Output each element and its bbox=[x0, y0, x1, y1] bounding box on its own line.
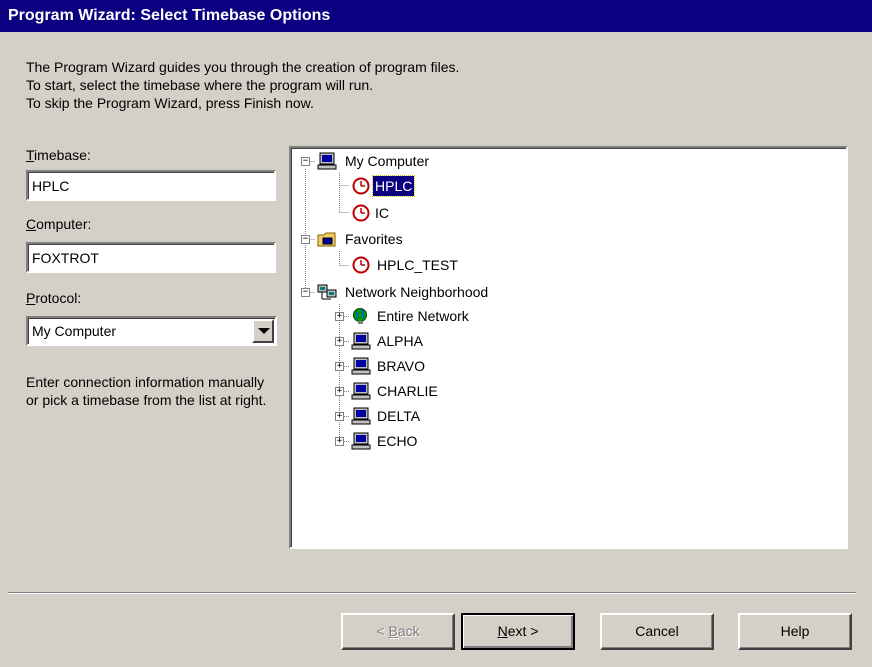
timebase-tree[interactable]: − − − + + + + + + My Computer HPLC IC Fa… bbox=[289, 146, 848, 549]
computer-icon bbox=[351, 432, 371, 450]
intro-line-2: To start, select the timebase where the … bbox=[26, 77, 374, 93]
next-button[interactable]: Next > bbox=[461, 613, 575, 650]
computer-label: Computer: bbox=[26, 216, 92, 232]
timebase-input[interactable]: HPLC bbox=[26, 170, 276, 201]
computer-icon bbox=[351, 357, 371, 375]
dropdown-arrow-icon[interactable] bbox=[252, 319, 274, 343]
tree-item-network-neighborhood[interactable]: Network Neighborhood bbox=[317, 282, 577, 302]
connection-help-text: Enter connection information manually or… bbox=[26, 374, 267, 408]
protocol-selected-value: My Computer bbox=[32, 323, 117, 339]
collapse-favorites-toggle[interactable]: − bbox=[301, 235, 310, 244]
computer-icon bbox=[317, 152, 337, 170]
expand-entire-network-toggle[interactable]: + bbox=[335, 312, 344, 321]
help-button[interactable]: Help bbox=[738, 613, 852, 650]
program-wizard-dialog: Program Wizard: Select Timebase Options … bbox=[0, 0, 872, 667]
protocol-dropdown[interactable]: My Computer bbox=[26, 316, 277, 346]
timebase-clock-icon bbox=[352, 256, 370, 274]
timebase-label: Timebase: bbox=[26, 147, 91, 163]
protocol-label: Protocol: bbox=[26, 290, 82, 306]
tree-item-ic[interactable]: IC bbox=[351, 203, 451, 223]
tree-item-favorites[interactable]: Favorites bbox=[317, 229, 517, 249]
expand-alpha-toggle[interactable]: + bbox=[335, 337, 344, 346]
tree-item-hplc-test[interactable]: HPLC_TEST bbox=[351, 255, 551, 275]
tree-item-bravo[interactable]: BRAVO bbox=[351, 356, 511, 376]
tree-item-hplc[interactable]: HPLC bbox=[351, 175, 451, 197]
tree-item-alpha[interactable]: ALPHA bbox=[351, 331, 511, 351]
tree-item-echo[interactable]: ECHO bbox=[351, 431, 511, 451]
intro-line-1: The Program Wizard guides you through th… bbox=[26, 59, 460, 75]
collapse-my-computer-toggle[interactable]: − bbox=[301, 157, 310, 166]
network-neighborhood-icon bbox=[317, 284, 337, 300]
intro-line-3: To skip the Program Wizard, press Finish… bbox=[26, 95, 314, 111]
tree-item-charlie[interactable]: CHARLIE bbox=[351, 381, 511, 401]
tree-item-entire-network[interactable]: Entire Network bbox=[351, 306, 551, 326]
timebase-clock-icon bbox=[352, 177, 370, 195]
tree-item-my-computer[interactable]: My Computer bbox=[317, 151, 517, 171]
favorites-folder-icon bbox=[317, 232, 336, 247]
computer-input[interactable]: FOXTROT bbox=[26, 242, 276, 273]
collapse-network-toggle[interactable]: − bbox=[301, 288, 310, 297]
computer-icon bbox=[351, 332, 371, 350]
button-separator bbox=[8, 592, 856, 594]
tree-item-delta[interactable]: DELTA bbox=[351, 406, 511, 426]
expand-echo-toggle[interactable]: + bbox=[335, 437, 344, 446]
globe-icon bbox=[353, 308, 367, 324]
back-button[interactable]: < Back bbox=[341, 613, 455, 650]
cancel-button[interactable]: Cancel bbox=[600, 613, 714, 650]
computer-icon bbox=[351, 407, 371, 425]
computer-icon bbox=[351, 382, 371, 400]
expand-delta-toggle[interactable]: + bbox=[335, 412, 344, 421]
expand-bravo-toggle[interactable]: + bbox=[335, 362, 344, 371]
title-bar: Program Wizard: Select Timebase Options bbox=[0, 0, 872, 32]
expand-charlie-toggle[interactable]: + bbox=[335, 387, 344, 396]
timebase-clock-icon bbox=[352, 204, 370, 222]
